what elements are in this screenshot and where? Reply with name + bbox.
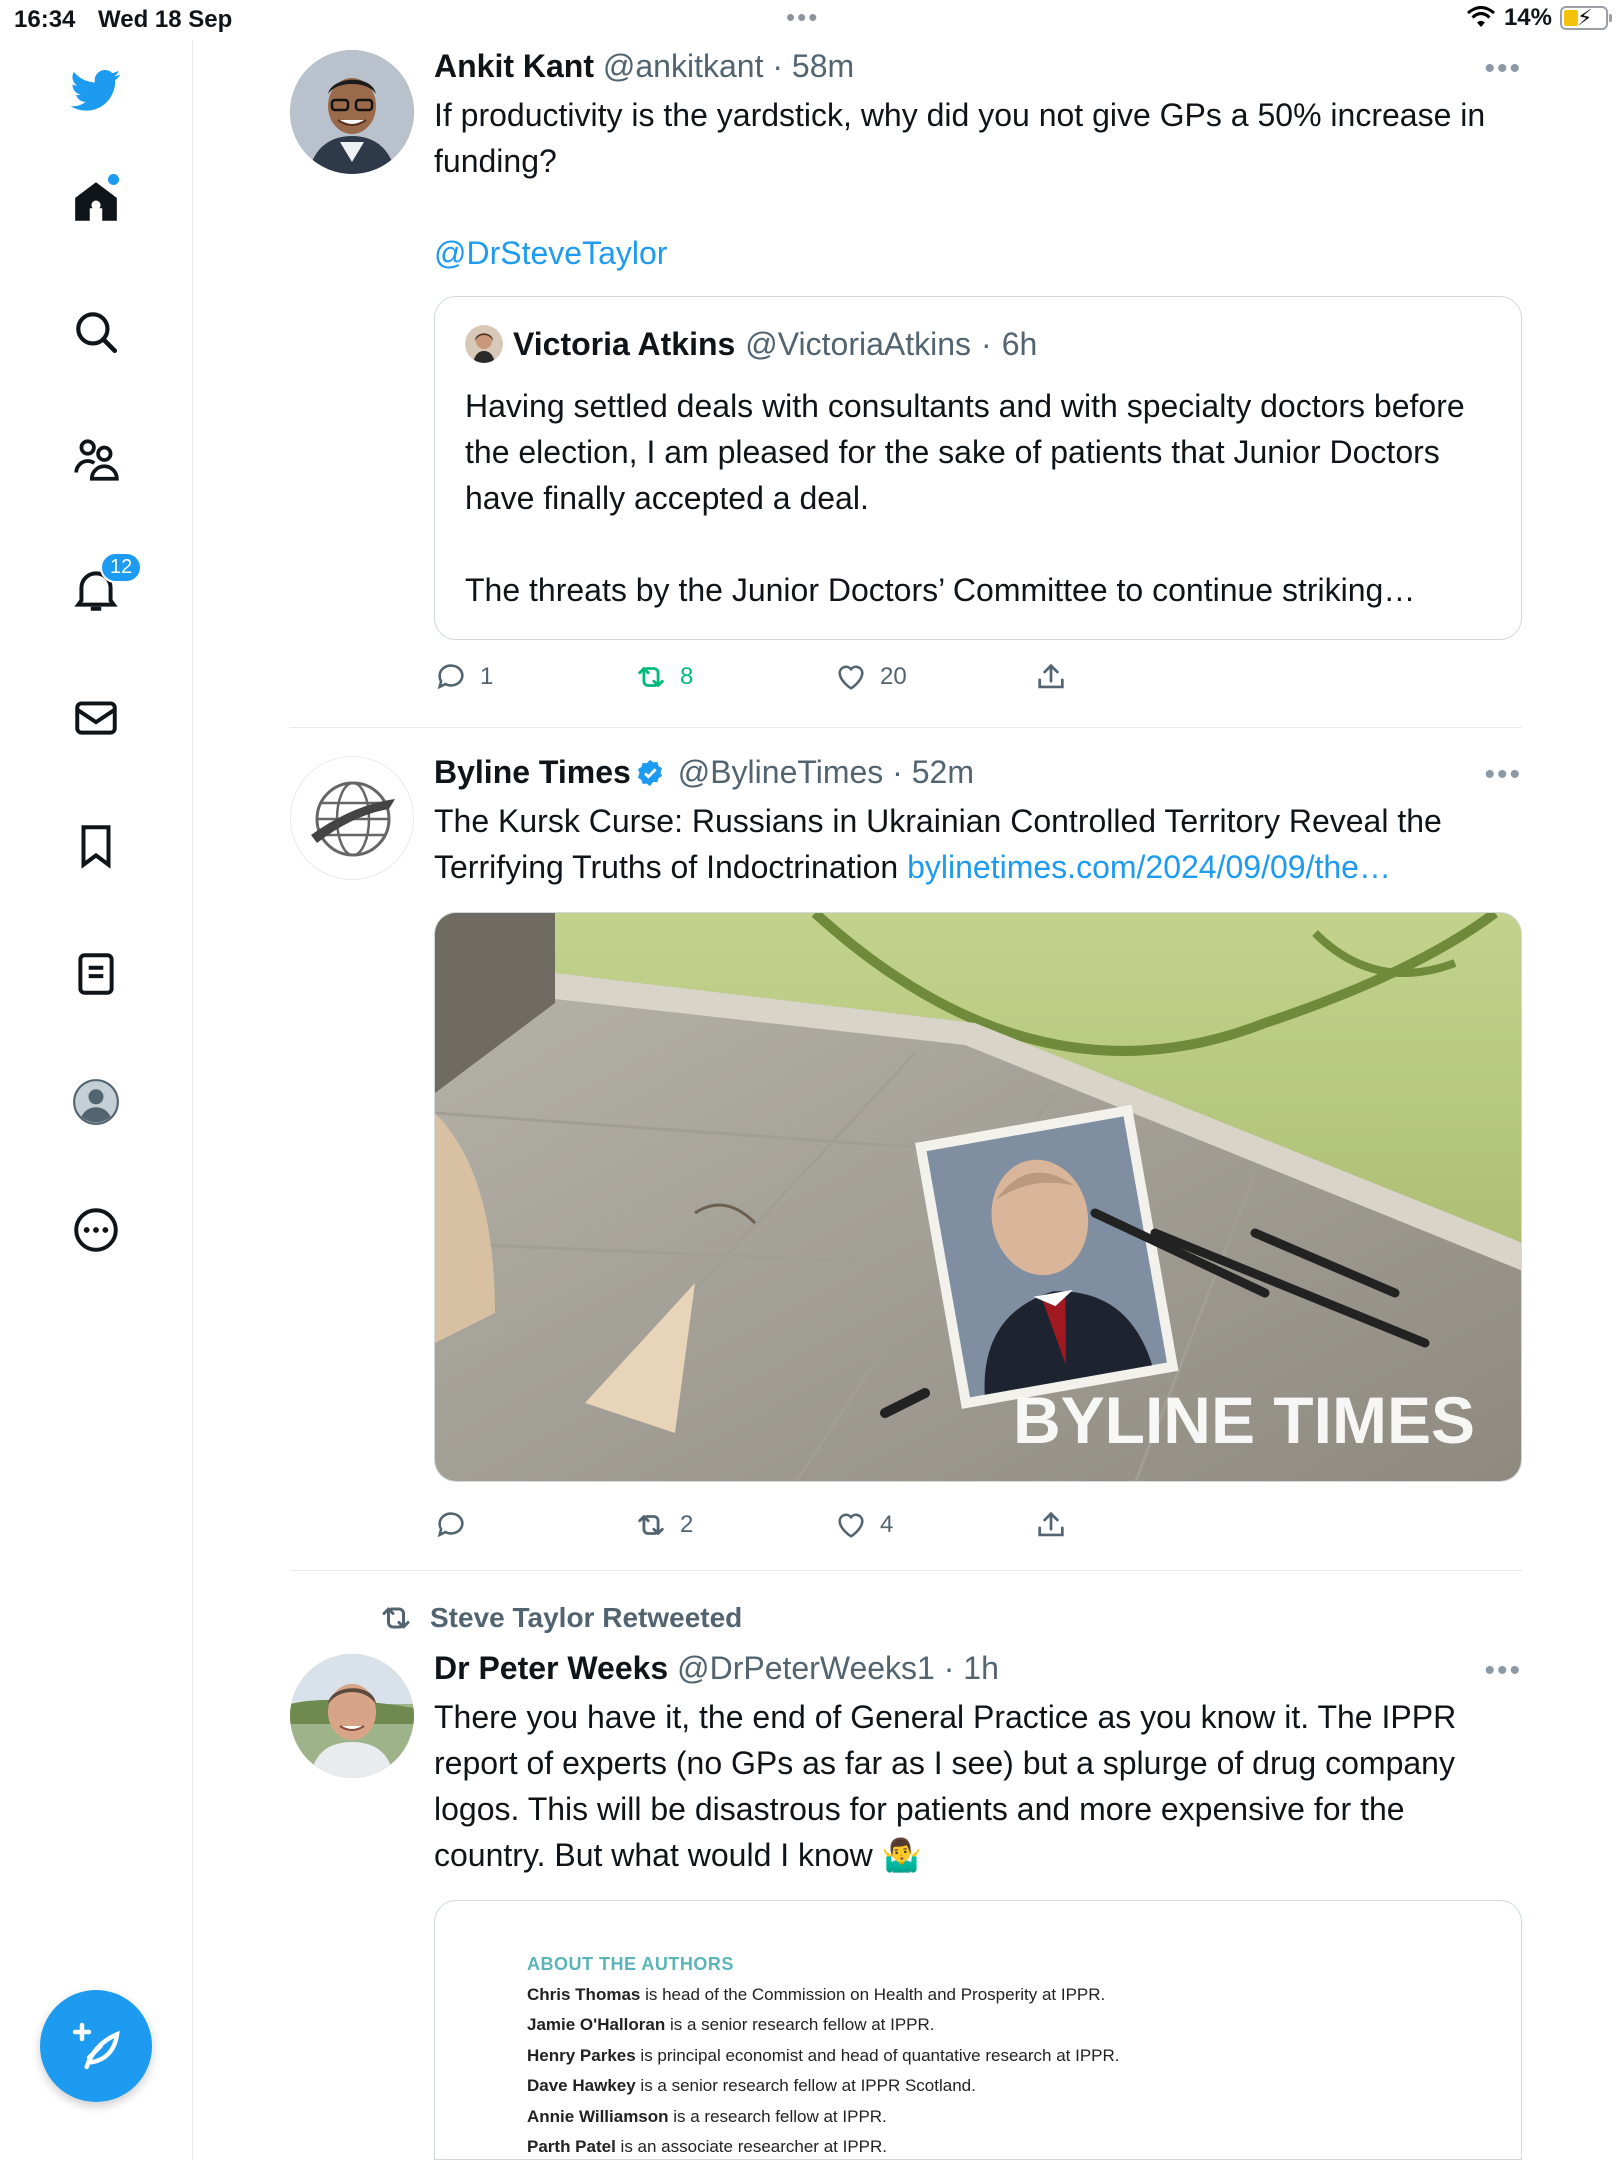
compose-tweet-button[interactable] — [40, 1990, 152, 2102]
more-options-icon[interactable]: ••• — [1484, 758, 1522, 792]
reply-icon — [437, 1512, 464, 1538]
more-options-icon[interactable] — [66, 1200, 126, 1260]
retweet-count: 8 — [680, 663, 694, 690]
mention-link[interactable]: @DrSteveTaylor — [434, 230, 1522, 276]
lists-icon[interactable] — [66, 944, 126, 1004]
status-right: 14% ⚡ — [1466, 4, 1612, 32]
author-handle[interactable]: @BylineTimes — [678, 754, 884, 790]
quote-author-handle: @VictoriaAtkins — [745, 325, 972, 362]
retweet-icon — [638, 667, 664, 687]
author-handle[interactable]: @DrPeterWeeks1 — [677, 1650, 935, 1686]
tweet[interactable]: Ankit Kant @ankitkant · 58m ••• If produ… — [290, 46, 1522, 726]
tweet-image[interactable]: BYLINE TIMES — [434, 912, 1522, 1482]
battery-percent: 14% — [1503, 4, 1552, 31]
quote-avatar — [465, 325, 503, 363]
tweet-time[interactable]: 1h — [963, 1650, 999, 1686]
separator: · — [981, 325, 992, 362]
more-options-icon[interactable]: ••• — [1484, 52, 1522, 86]
retweet-icon — [638, 1515, 664, 1535]
status-date: Wed 18 Sep — [98, 6, 233, 33]
share-button[interactable] — [1034, 1508, 1068, 1542]
avatar[interactable] — [290, 1654, 414, 1778]
quote-text-truncated: The threats by the Junior Doctors’ Commi… — [465, 572, 1416, 608]
bookmarks-icon[interactable] — [66, 816, 126, 876]
verified-badge-icon — [637, 759, 662, 787]
photo: BYLINE TIMES — [435, 913, 1521, 1481]
notifications-icon[interactable]: 12 — [66, 552, 143, 620]
doc-line: Henry Parkes is principal economist and … — [527, 2045, 1120, 2065]
tweet-image-document[interactable]: ABOUT THE AUTHORS Chris Thomas is head o… — [434, 1900, 1522, 2160]
tweet-time[interactable]: 52m — [912, 754, 974, 790]
battery-icon: ⚡ — [1560, 5, 1612, 30]
separator: · — [943, 1650, 955, 1686]
doc-title: ABOUT THE AUTHORS — [527, 1954, 734, 1974]
like-count: 20 — [880, 663, 907, 690]
author-handle[interactable]: @ankitkant — [603, 48, 764, 84]
tweet[interactable]: Steve Taylor Retweeted Dr Peter Weeks @D… — [290, 1598, 1522, 2160]
tweet-time[interactable]: 58m — [792, 48, 854, 84]
compose-feather-icon — [72, 2022, 120, 2070]
notifications-badge: 12 — [100, 552, 143, 583]
status-bar: 16:34 Wed 18 Sep ••• 14% ⚡ — [0, 0, 1620, 40]
tweet-divider — [290, 727, 1522, 728]
reply-button[interactable]: 1 — [434, 660, 493, 694]
retweet-context: Steve Taylor Retweeted — [378, 1600, 742, 1636]
tweet-divider — [290, 1570, 1522, 1571]
more-options-icon[interactable]: ••• — [1484, 1654, 1522, 1688]
status-time: 16:34 — [14, 6, 76, 33]
home-icon[interactable] — [66, 172, 126, 232]
separator: · — [892, 754, 903, 790]
communities-icon[interactable] — [66, 430, 126, 490]
retweet-icon — [382, 1607, 410, 1629]
multitask-dots-icon[interactable]: ••• — [786, 2, 819, 33]
tweet[interactable]: Byline Times @BylineTimes · 52m ••• The … — [290, 752, 1522, 1538]
tweet-actions: 2 4 — [434, 1508, 1522, 1548]
avatar[interactable] — [290, 50, 414, 174]
separator: · — [772, 48, 783, 84]
new-posts-dot — [108, 174, 119, 185]
wifi-icon — [1466, 6, 1495, 27]
retweet-count: 2 — [680, 1511, 694, 1538]
like-button[interactable]: 20 — [834, 660, 907, 694]
like-button[interactable]: 4 — [834, 1508, 893, 1542]
like-icon — [838, 665, 864, 690]
quoted-tweet[interactable]: Victoria Atkins @VictoriaAtkins · 6h Hav… — [434, 296, 1522, 640]
author-name[interactable]: Byline Times — [434, 754, 631, 790]
reply-button[interactable] — [434, 1508, 480, 1542]
retweet-button[interactable]: 8 — [634, 660, 693, 694]
twitter-logo-icon[interactable] — [66, 60, 126, 120]
reply-icon — [437, 664, 464, 690]
share-icon — [1038, 1511, 1064, 1537]
like-icon — [838, 1513, 864, 1538]
doc-line: Dave Hawkey is a senior research fellow … — [527, 2076, 976, 2095]
quote-time: 6h — [1001, 325, 1038, 362]
quote-text: Having settled deals with consultants an… — [465, 388, 1465, 516]
image-watermark: BYLINE TIMES — [1013, 1383, 1475, 1457]
retweet-button[interactable]: 2 — [634, 1508, 693, 1542]
reply-count: 1 — [480, 663, 494, 690]
avatar[interactable] — [290, 756, 414, 880]
doc-line: Chris Thomas is head of the Commission o… — [527, 1984, 1106, 2004]
like-count: 4 — [880, 1511, 894, 1538]
tweet-actions: 1 8 20 — [434, 660, 1522, 700]
tweet-text: There you have it, the end of General Pr… — [434, 1699, 1457, 1873]
tweet-text: If productivity is the yardstick, why di… — [434, 97, 1486, 179]
doc-line: Annie Williamson is a research fellow at… — [527, 2106, 887, 2126]
share-button[interactable] — [1034, 660, 1068, 694]
doc-line: Jamie O'Halloran is a senior research fe… — [527, 2015, 935, 2034]
retweeted-by-label[interactable]: Steve Taylor Retweeted — [430, 1602, 742, 1634]
author-name[interactable]: Ankit Kant — [434, 48, 594, 84]
author-name[interactable]: Dr Peter Weeks — [434, 1650, 668, 1686]
profile-icon[interactable] — [66, 1072, 126, 1132]
share-icon — [1038, 663, 1064, 689]
messages-icon[interactable] — [66, 688, 126, 748]
doc-line: Parth Patel is an associate researcher a… — [527, 2137, 887, 2156]
article-link[interactable]: bylinetimes.com/2024/09/09/the… — [907, 849, 1391, 885]
sidebar: 12 — [0, 40, 193, 2160]
search-icon[interactable] — [66, 302, 126, 362]
quote-author-name: Victoria Atkins — [513, 325, 736, 362]
